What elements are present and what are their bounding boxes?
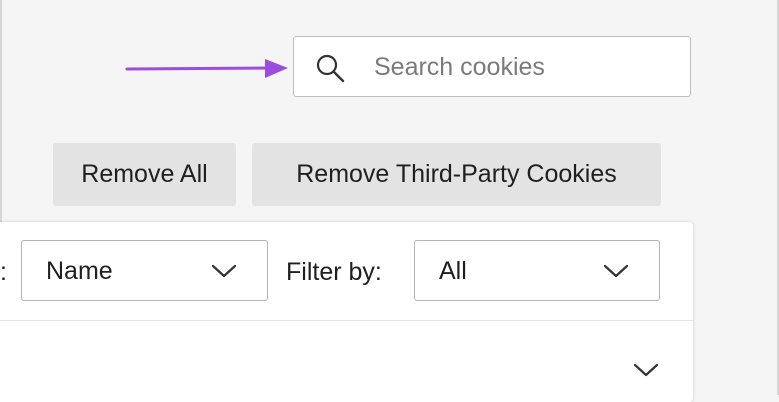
filter-by-value: All bbox=[439, 257, 467, 285]
remove-all-label: Remove All bbox=[81, 160, 208, 188]
filter-by-label: Filter by: bbox=[286, 258, 382, 286]
sort-label-fragment: : bbox=[0, 258, 7, 286]
remove-third-party-cookies-button[interactable]: Remove Third-Party Cookies bbox=[252, 143, 661, 206]
sort-by-value: Name bbox=[46, 257, 113, 285]
chevron-down-icon bbox=[211, 264, 237, 278]
sort-by-select[interactable]: Name bbox=[21, 240, 268, 301]
remove-all-button[interactable]: Remove All bbox=[53, 143, 236, 206]
row-expand-chevron-down-icon[interactable] bbox=[633, 362, 659, 378]
search-input[interactable] bbox=[374, 49, 664, 85]
search-icon bbox=[316, 54, 345, 83]
chevron-down-icon bbox=[603, 264, 629, 278]
filter-by-select[interactable]: All bbox=[414, 240, 660, 301]
search-cookies-field[interactable] bbox=[293, 36, 691, 97]
remove-third-party-label: Remove Third-Party Cookies bbox=[296, 160, 617, 188]
toolbar-divider bbox=[0, 320, 693, 321]
arrow-right-icon bbox=[125, 59, 288, 78]
